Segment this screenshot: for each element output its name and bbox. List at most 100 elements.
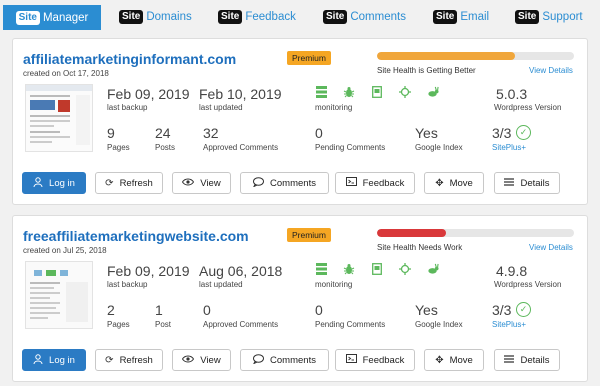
view-details-link[interactable]: View Details [529, 243, 573, 252]
move-label: Move [449, 177, 473, 189]
tab-manager[interactable]: Site Manager [3, 5, 101, 30]
terminal-icon [345, 177, 357, 189]
tab-badge: Site [119, 10, 144, 24]
tab-label: Domains [146, 11, 192, 23]
approved-comments-count: 0 [203, 302, 211, 318]
siteplus-count: 3/3 [492, 302, 512, 318]
eye-icon [182, 178, 195, 189]
site-health-fill [377, 229, 446, 237]
google-index-value: Yes [415, 302, 438, 318]
wordpress-version-label: Wordpress Version [494, 280, 562, 289]
tab-badge: Site [515, 10, 540, 24]
tab-comments[interactable]: Site Comments [323, 5, 406, 29]
siteplus-link[interactable]: SitePlus+ [492, 320, 526, 329]
view-label: View [200, 354, 221, 366]
refresh-label: Refresh [119, 177, 153, 189]
pages-count: 2 [107, 302, 115, 318]
server-icon[interactable] [315, 263, 327, 275]
site-card: freeaffiliatemarketingwebsite.com create… [12, 215, 588, 382]
view-label: View [200, 177, 221, 189]
move-label: Move [449, 354, 473, 366]
tab-badge: Site [433, 10, 458, 24]
document-icon[interactable] [371, 86, 383, 98]
comments-button[interactable]: Comments [240, 349, 329, 371]
tab-label: Support [542, 11, 583, 23]
rabbit-icon[interactable] [427, 263, 439, 275]
pending-comments-label: Pending Comments [315, 143, 386, 152]
crosshair-icon[interactable] [399, 263, 411, 275]
tab-support[interactable]: Site Support [515, 5, 583, 29]
tab-feedback[interactable]: Site Feedback [218, 5, 296, 29]
user-icon [33, 176, 43, 190]
feedback-button[interactable]: Feedback [335, 349, 415, 371]
monitoring-icons [315, 86, 439, 98]
feedback-button[interactable]: Feedback [335, 172, 415, 194]
site-health-bar [377, 52, 574, 60]
site-health-fill [377, 52, 515, 60]
tab-badge: Site [15, 10, 40, 25]
top-navigation: Site Manager Site Domains Site Feedback … [0, 0, 600, 33]
details-label: Details [520, 177, 550, 189]
tab-badge: Site [218, 10, 243, 24]
pending-comments-count: 0 [315, 125, 323, 141]
refresh-icon: ⟳ [105, 354, 114, 366]
tab-domains[interactable]: Site Domains [119, 5, 192, 29]
feedback-label: Feedback [362, 354, 405, 366]
comments-label: Comments [270, 177, 316, 189]
last-updated-value: Feb 10, 2019 [199, 86, 282, 102]
menu-lines-icon [504, 177, 515, 189]
view-details-link[interactable]: View Details [529, 66, 573, 75]
site-created-date: created on Oct 17, 2018 [23, 69, 109, 78]
premium-badge: Premium [287, 228, 331, 242]
details-label: Details [520, 354, 550, 366]
bug-icon[interactable] [343, 263, 355, 275]
crosshair-icon[interactable] [399, 86, 411, 98]
site-thumbnail[interactable] [25, 261, 93, 329]
view-button[interactable]: View [172, 172, 231, 194]
site-created-date: created on Jul 25, 2018 [23, 246, 107, 255]
posts-label: Posts [155, 143, 176, 152]
comments-label: Comments [270, 354, 316, 366]
monitoring-label: monitoring [315, 103, 353, 112]
site-health-label: Site Health is Getting Better [377, 66, 476, 75]
view-button[interactable]: View [172, 349, 231, 371]
refresh-icon: ⟳ [105, 177, 114, 189]
wordpress-version-value: 5.0.3 [496, 86, 528, 102]
siteplus-count: 3/3 [492, 125, 512, 141]
site-thumbnail[interactable] [25, 84, 93, 152]
rabbit-icon[interactable] [427, 86, 439, 98]
login-label: Log in [49, 354, 75, 366]
pages-label: Pages [107, 143, 130, 152]
siteplus-link[interactable]: SitePlus+ [492, 143, 526, 152]
approved-comments-count: 32 [203, 125, 219, 141]
move-button[interactable]: ✥ Move [424, 349, 484, 371]
refresh-button[interactable]: ⟳ Refresh [95, 349, 163, 371]
monitoring-icons [315, 263, 439, 275]
details-button[interactable]: Details [494, 172, 560, 194]
details-button[interactable]: Details [494, 349, 560, 371]
pages-count: 9 [107, 125, 115, 141]
check-icon: ✓ [516, 125, 531, 140]
site-domain[interactable]: freeaffiliatemarketingwebsite.com [23, 228, 249, 244]
tab-email[interactable]: Site Email [433, 5, 489, 29]
refresh-button[interactable]: ⟳ Refresh [95, 172, 163, 194]
move-button[interactable]: ✥ Move [424, 172, 484, 194]
login-button[interactable]: Log in [22, 172, 86, 194]
terminal-icon [345, 354, 357, 366]
refresh-label: Refresh [119, 354, 153, 366]
check-icon: ✓ [516, 302, 531, 317]
login-button[interactable]: Log in [22, 349, 86, 371]
speech-bubble-icon [252, 353, 265, 367]
comments-button[interactable]: Comments [240, 172, 329, 194]
server-icon[interactable] [315, 86, 327, 98]
document-icon[interactable] [371, 263, 383, 275]
pending-comments-label: Pending Comments [315, 320, 386, 329]
google-index-label: Google Index [415, 143, 463, 152]
bug-icon[interactable] [343, 86, 355, 98]
premium-badge: Premium [287, 51, 331, 65]
tab-label: Email [460, 11, 490, 23]
feedback-label: Feedback [362, 177, 405, 189]
posts-count: 24 [155, 125, 171, 141]
site-domain[interactable]: affiliatemarketinginformant.com [23, 51, 236, 67]
speech-bubble-icon [252, 176, 265, 190]
